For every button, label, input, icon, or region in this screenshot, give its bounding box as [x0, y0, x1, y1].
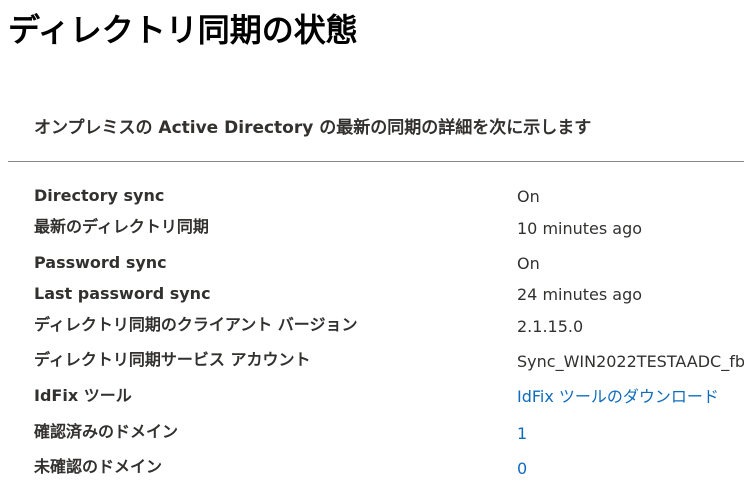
row-service-account: ディレクトリ同期サービス アカウント Sync_WIN2022TESTAADC_… — [0, 347, 744, 377]
directory-sync-label: Directory sync — [34, 186, 165, 205]
directory-sync-status-page: ディレクトリ同期の状態 オンプレミスの Active Directory の最新… — [0, 0, 744, 504]
unverified-domains-label: 未確認のドメイン — [34, 457, 163, 476]
directory-sync-value: On — [517, 187, 540, 206]
last-password-sync-label: Last password sync — [34, 284, 211, 303]
last-password-sync-value: 24 minutes ago — [517, 285, 643, 304]
section-divider — [8, 161, 744, 162]
row-password-sync: Password sync On — [0, 250, 744, 280]
verified-domains-link[interactable]: 1 — [517, 421, 527, 447]
row-last-password-sync: Last password sync 24 minutes ago — [0, 281, 744, 311]
password-sync-label: Password sync — [34, 253, 167, 272]
row-last-directory-sync: 最新のディレクトリ同期 10 minutes ago — [0, 214, 744, 244]
idfix-tool-label: IdFix ツール — [34, 386, 132, 405]
unverified-domains-link[interactable]: 0 — [517, 456, 527, 482]
client-version-value: 2.1.15.0 — [517, 317, 584, 336]
row-unverified-domains: 未確認のドメイン 0 — [0, 454, 744, 484]
section-description: オンプレミスの Active Directory の最新の同期の詳細を次に示しま… — [34, 118, 592, 138]
row-idfix-tool: IdFix ツール IdFix ツールのダウンロード — [0, 383, 744, 413]
row-client-version: ディレクトリ同期のクライアント バージョン 2.1.15.0 — [0, 312, 744, 342]
verified-domains-label: 確認済みのドメイン — [34, 422, 179, 441]
row-directory-sync: Directory sync On — [0, 183, 744, 213]
row-verified-domains: 確認済みのドメイン 1 — [0, 419, 744, 449]
idfix-download-link[interactable]: IdFix ツールのダウンロード — [517, 384, 719, 410]
last-directory-sync-value: 10 minutes ago — [517, 219, 643, 238]
service-account-label: ディレクトリ同期サービス アカウント — [34, 350, 311, 369]
client-version-label: ディレクトリ同期のクライアント バージョン — [34, 315, 358, 334]
page-title: ディレクトリ同期の状態 — [8, 11, 358, 49]
password-sync-value: On — [517, 254, 540, 273]
service-account-value: Sync_WIN2022TESTAADC_fbd — [517, 352, 744, 371]
last-directory-sync-label: 最新のディレクトリ同期 — [34, 217, 209, 236]
